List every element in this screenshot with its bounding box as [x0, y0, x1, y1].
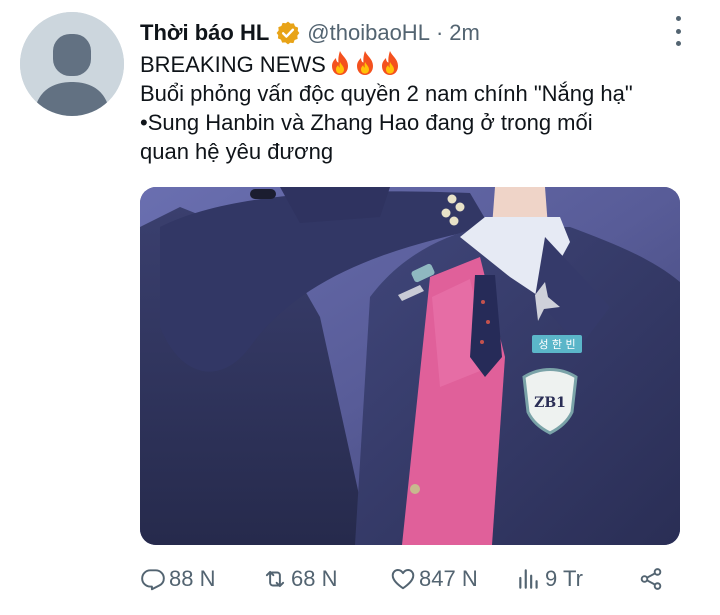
name-tag-text: 성 한 빈 [538, 338, 575, 351]
like-count: 847 N [419, 566, 478, 591]
photo-illustration: 성 한 빈 ZB1 [140, 187, 680, 545]
views-icon [519, 569, 538, 589]
fire-emoji-icon [356, 51, 373, 75]
fire-emoji-icon [381, 51, 398, 75]
views-count: 9 Tr [545, 566, 583, 591]
reply-icon [141, 569, 165, 591]
breaking-news-text: BREAKING NEWS [140, 52, 326, 77]
verified-badge-icon[interactable] [275, 20, 301, 46]
tweet-text: BREAKING NEWS Buổi phỏng vấn độc quyền 2… [140, 50, 700, 166]
tweet-timestamp[interactable]: 2m [449, 20, 480, 46]
retweet-count: 68 N [291, 566, 338, 591]
tweet-media-photo[interactable]: 성 한 빈 ZB1 [140, 187, 680, 545]
retweet-button[interactable]: 68 N [262, 562, 337, 596]
retweet-icon [265, 570, 285, 588]
reply-count: 88 N [169, 566, 216, 591]
reply-button[interactable]: 88 N [140, 562, 215, 596]
default-avatar-icon [20, 12, 124, 116]
share-button[interactable] [638, 562, 667, 596]
tweet-line-1: BREAKING NEWS [140, 50, 700, 79]
fire-emojis [326, 51, 401, 77]
views-button[interactable]: 9 Tr [516, 562, 583, 596]
tweet-header: Thời báo HL @thoibaoHL · 2m [140, 18, 480, 48]
user-handle[interactable]: @thoibaoHL [307, 20, 430, 46]
like-button[interactable]: 847 N [390, 562, 478, 596]
fire-emoji-icon [331, 51, 348, 75]
tweet-line-4: quan hệ yêu đương [140, 139, 334, 164]
tweet-line-2: Buổi phỏng vấn độc quyền 2 nam chính "Nắ… [140, 81, 633, 106]
display-name[interactable]: Thời báo HL [140, 20, 269, 46]
more-vertical-icon[interactable] [670, 16, 686, 46]
avatar[interactable] [20, 12, 124, 116]
emblem-text: ZB1 [534, 395, 566, 411]
share-icon [640, 568, 662, 590]
header-separator: · [435, 20, 444, 45]
tweet-line-3: •Sung Hanbin và Zhang Hao đang ở trong m… [140, 110, 593, 135]
heart-icon [391, 569, 415, 590]
tweet-action-bar: 88 N 68 N 847 N 9 Tr [140, 562, 680, 596]
